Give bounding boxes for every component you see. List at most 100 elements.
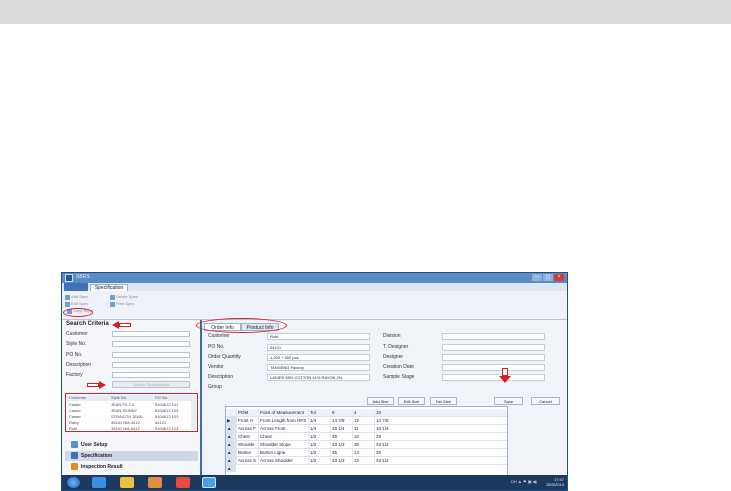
table-row-empty: ▲ xyxy=(226,465,507,473)
folder-icon[interactable] xyxy=(120,477,134,488)
annotation-arrow xyxy=(499,368,511,383)
column-header: 4 xyxy=(352,409,374,416)
nav-user-setup[interactable]: User Setup xyxy=(65,440,198,450)
results-scrollbar[interactable] xyxy=(191,395,196,430)
list-item[interactable]: Rubi 35151 NM-4412 5104612 123 xyxy=(67,426,191,431)
division-label: Division xyxy=(383,333,401,339)
edit-icon xyxy=(65,301,70,307)
del-size-button[interactable]: Del Size xyxy=(430,397,457,405)
table-row[interactable]: ▶ Front H Front Length from HPS 1/4 14 7… xyxy=(226,417,507,425)
sample-stage-field[interactable] xyxy=(442,374,545,381)
search-button[interactable]: Search Specification xyxy=(112,381,190,388)
app-screenshot: SBRS — ▢ × Specification Add Spec Delete… xyxy=(61,272,568,491)
row-selector-icon[interactable]: ▲ xyxy=(226,433,236,440)
nav-inspection-result[interactable]: Inspection Result xyxy=(65,462,198,472)
annotation-arrow xyxy=(87,381,106,389)
table-row[interactable]: ▲ Chest Chest 1/2 29 10 29 xyxy=(226,433,507,441)
column-header: 8 xyxy=(330,409,352,416)
table-row[interactable]: ▲ Shoulde Shoulder Slope 1/2 33 1/2 35 3… xyxy=(226,441,507,449)
browser-icon[interactable] xyxy=(92,477,106,488)
save-button[interactable]: Save xyxy=(494,397,523,405)
top-bar xyxy=(0,0,731,24)
table-row[interactable]: ▲ Across S Across Shoulder 1/2 33 1/2 13… xyxy=(226,457,507,465)
po-no-field[interactable]: 54121 xyxy=(267,344,370,351)
row-selector-icon[interactable]: ▶ xyxy=(226,417,236,424)
po-no-input[interactable] xyxy=(112,352,190,358)
customer-label: Customer xyxy=(66,331,88,337)
edit-size-button[interactable]: Edit Size xyxy=(398,397,425,405)
measurement-table: POM Point of Measurement Tol 8 4 10 ▶ Fr… xyxy=(225,406,508,476)
search-title: Search Criteria xyxy=(66,321,109,327)
description-input[interactable] xyxy=(112,362,190,368)
app-menu-button[interactable] xyxy=(64,283,88,291)
table-row[interactable]: ▲ Button Button Ligne 1/2 35 14 35 xyxy=(226,449,507,457)
clock: 17:47 25/3/2013 xyxy=(546,477,564,487)
row-selector-icon[interactable]: ▲ xyxy=(226,425,236,432)
inspection-icon xyxy=(71,463,78,471)
row-selector-icon[interactable]: ▲ xyxy=(226,457,236,464)
factory-label: Factory xyxy=(66,372,83,378)
close-button[interactable]: × xyxy=(554,274,564,281)
highlight-ring xyxy=(63,308,93,317)
window-controls: — ▢ × xyxy=(532,274,564,281)
taskbar: DH ▲ ⚑ ▣ ◀) 17:47 25/3/2013 xyxy=(62,475,567,490)
customer-field[interactable]: Rubi xyxy=(267,333,370,340)
table-row[interactable]: ▲ Across F Across Front 1/4 16 1/4 11 16… xyxy=(226,425,507,433)
ribbon: Add Spec Delete Spec Edit Spec Print Spe… xyxy=(62,291,567,320)
app-taskbar-icon[interactable] xyxy=(202,477,216,488)
maximize-button[interactable]: ▢ xyxy=(543,274,553,281)
column-header: Point of Measurement xyxy=(258,409,308,416)
designer-field[interactable] xyxy=(442,354,545,361)
column-header: Tol xyxy=(308,409,330,416)
column-header: Customer xyxy=(69,395,87,400)
po-no-label: PO No. xyxy=(66,352,83,358)
customer-input[interactable] xyxy=(112,331,190,337)
nav-specification[interactable]: Specification xyxy=(65,451,198,461)
description-label: Description xyxy=(208,374,234,380)
order-quantity-label: Order Quantity xyxy=(208,354,241,360)
style-no-input[interactable] xyxy=(112,341,190,347)
vendor-label: Vendor xyxy=(208,364,224,370)
designer-label: Designer xyxy=(383,354,404,360)
vendor-field[interactable]: TANGENG Factory xyxy=(267,364,370,371)
style-no-label: Style No. xyxy=(66,341,87,347)
start-icon[interactable] xyxy=(67,477,80,488)
column-header: POM xyxy=(236,409,258,416)
delete-spec-button[interactable]: Delete Spec xyxy=(110,294,138,300)
factory-input[interactable] xyxy=(112,372,190,378)
highlight-ring xyxy=(196,318,287,333)
document-icon xyxy=(71,452,78,460)
results-list: Customer Style No. PO No. Caster JEAN FS… xyxy=(65,393,198,432)
annotation-arrow xyxy=(112,321,131,329)
add-spec-button[interactable]: Add Spec xyxy=(65,294,88,300)
row-selector-icon[interactable]: ▲ xyxy=(226,465,236,472)
ribbon-tab-strip xyxy=(62,283,567,291)
user-icon xyxy=(71,441,78,449)
creation-date-label: Creation Date xyxy=(383,364,414,370)
row-selector-icon[interactable]: ▲ xyxy=(226,441,236,448)
division-field[interactable] xyxy=(442,333,545,340)
minimize-button[interactable]: — xyxy=(532,274,542,281)
title-bar: SBRS — ▢ × xyxy=(62,273,567,283)
cancel-button[interactable]: Cancel xyxy=(531,397,560,405)
description-label: Description xyxy=(66,362,92,368)
row-selector-icon[interactable]: ▲ xyxy=(226,449,236,456)
add-size-button[interactable]: Add Size xyxy=(367,397,394,405)
system-tray: DH ▲ ⚑ ▣ ◀) xyxy=(511,479,537,484)
add-icon xyxy=(65,294,70,300)
creation-date-field[interactable] xyxy=(442,364,545,371)
description-field[interactable]: LADIES 55% COTTON 41% RAYON 2% xyxy=(267,374,370,381)
media-icon[interactable] xyxy=(148,477,162,488)
po-no-label: PO No. xyxy=(208,344,225,350)
window-title: SBRS xyxy=(76,274,90,280)
edit-spec-button[interactable]: Edit Spec xyxy=(65,301,88,307)
column-header: PO No. xyxy=(155,395,169,400)
print-spec-button[interactable]: Print Spec xyxy=(110,301,134,307)
t-designer-field[interactable] xyxy=(442,344,545,351)
column-header: 10 xyxy=(374,409,396,416)
chrome-icon[interactable] xyxy=(176,477,190,488)
order-quantity-field[interactable]: 1,200 + 502 pcs xyxy=(267,354,370,361)
sample-stage-label: Sample Stage xyxy=(383,374,415,380)
tab-specification[interactable]: Specification xyxy=(90,284,128,291)
print-icon xyxy=(110,301,115,307)
